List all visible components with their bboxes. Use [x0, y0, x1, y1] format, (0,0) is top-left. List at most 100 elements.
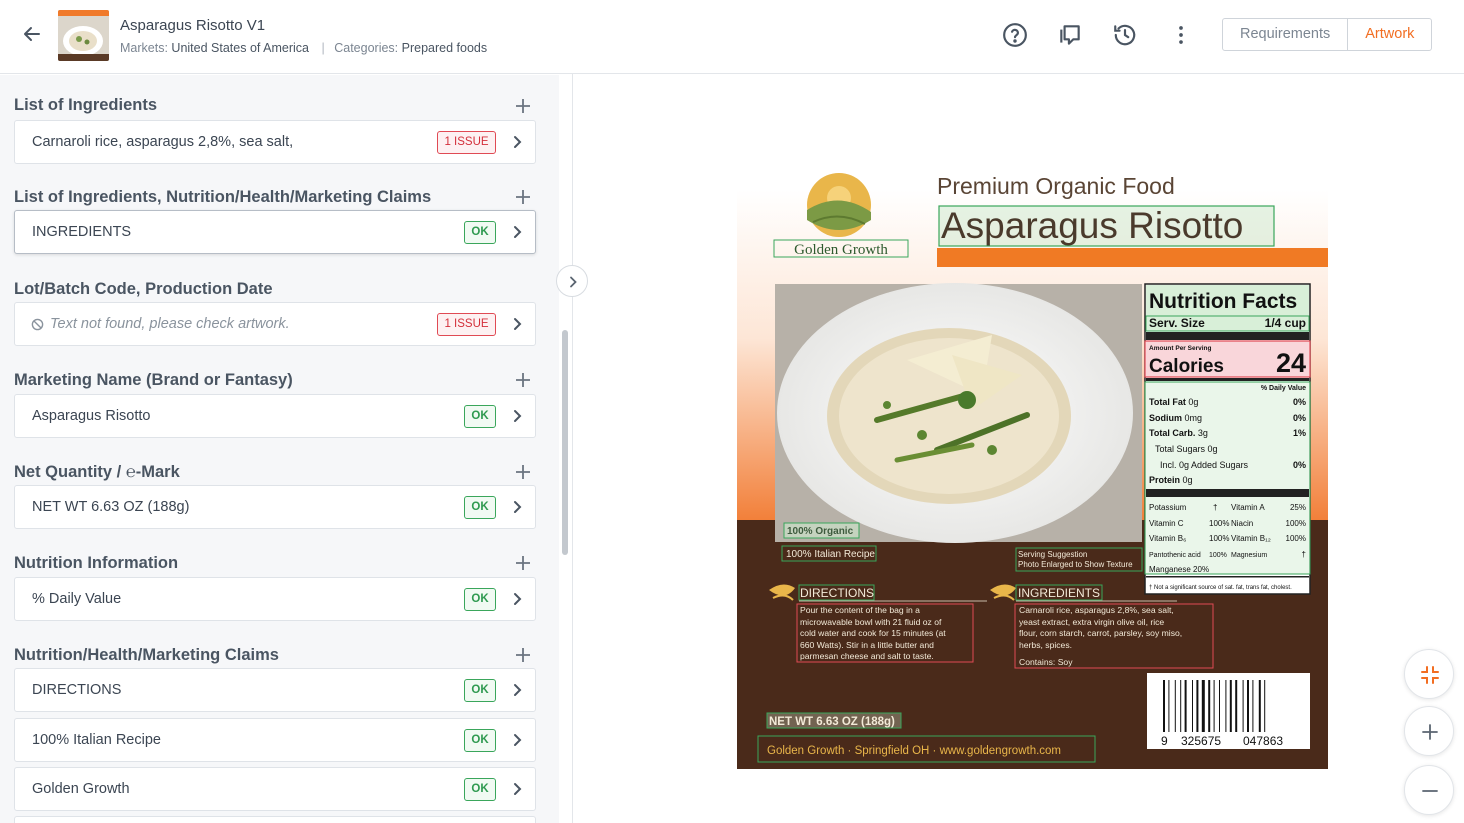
back-arrow-icon[interactable] — [20, 22, 44, 46]
panel-scrollbar[interactable] — [562, 330, 568, 555]
barcode-bar — [1264, 680, 1266, 732]
add-icon[interactable] — [514, 97, 532, 115]
product-name: Asparagus Risotto — [941, 205, 1243, 246]
nutrient-label: Sodium — [1149, 413, 1182, 423]
requirement-card[interactable]: 100% Italian Recipe OK — [14, 718, 536, 762]
card-text: Golden Growth — [32, 781, 130, 797]
chevron-right-icon[interactable] — [509, 316, 525, 332]
vitamin-name: Vitamin A — [1231, 503, 1265, 512]
barcode-bar — [1180, 680, 1182, 732]
serving-suggestion: Serving Suggestion — [1018, 550, 1087, 559]
vitamin-value: † — [1302, 550, 1306, 559]
barcode-bar — [1201, 680, 1205, 732]
add-icon[interactable] — [514, 554, 532, 572]
chevron-right-icon[interactable] — [509, 781, 525, 797]
card-text: 100% Italian Recipe — [32, 732, 161, 748]
nutrient-dv: 0% — [1293, 413, 1306, 423]
barcode: 9 325675 047863 — [1147, 673, 1310, 749]
vitamin-name: Pantothenic acid — [1149, 552, 1201, 559]
directions-line: Pour the content of the bag in a — [800, 605, 920, 615]
chevron-right-icon — [570, 276, 577, 288]
requirement-card[interactable]: NET WT 6.63 OZ (188g) OK — [14, 485, 536, 529]
help-icon[interactable] — [1002, 22, 1028, 48]
requirement-card[interactable] — [14, 816, 536, 823]
artwork-canvas[interactable]: Golden Growth Premium Organic Food Aspar… — [737, 160, 1328, 769]
vitamin-value: 100% — [1209, 519, 1229, 528]
add-icon[interactable] — [514, 371, 532, 389]
chevron-right-icon[interactable] — [509, 682, 525, 698]
minimize-icon — [1421, 666, 1439, 684]
vitamin-name: Manganese — [1149, 565, 1191, 574]
orange-title-strip — [937, 248, 1328, 267]
card-text: % Daily Value — [32, 591, 122, 607]
panel-divider — [572, 74, 573, 823]
serving-size-value: 1/4 cup — [1265, 316, 1306, 330]
issue-badge: 1 ISSUE — [437, 313, 496, 336]
add-icon[interactable] — [514, 188, 532, 206]
vitamin-row: Manganese 20% — [1149, 565, 1209, 574]
ok-badge: OK — [464, 588, 496, 611]
calories-label: Calories — [1149, 356, 1224, 377]
chevron-right-icon[interactable] — [509, 224, 525, 240]
requirement-card[interactable]: Asparagus Risotto OK — [14, 394, 536, 438]
nutrient-label: Total Sugars — [1155, 444, 1206, 454]
categories-label: Categories: — [334, 41, 399, 55]
not-found-icon — [31, 318, 44, 331]
organic-badge: 100% Organic — [787, 526, 854, 537]
product-thumbnail — [58, 10, 109, 61]
requirement-card[interactable]: % Daily Value OK — [14, 577, 536, 621]
nutrient-amount: 0g — [1188, 397, 1198, 407]
barcode-bar — [1252, 680, 1254, 732]
barcode-digits: 325675 — [1181, 734, 1221, 748]
chevron-right-icon[interactable] — [509, 408, 525, 424]
fit-to-screen-button[interactable] — [1404, 649, 1454, 699]
barcode-bar — [1235, 680, 1238, 732]
ok-badge: OK — [464, 221, 496, 244]
requirement-card[interactable]: Text not found, please check artwork. 1 … — [14, 302, 536, 346]
nutrient-amount: 0g — [1183, 475, 1193, 485]
zoom-out-button[interactable] — [1404, 765, 1454, 815]
section-title: Nutrition Information — [14, 554, 179, 572]
requirement-card[interactable]: DIRECTIONS OK — [14, 668, 536, 712]
view-toggle: Requirements Artwork — [1222, 18, 1433, 51]
barcode-bar — [1247, 680, 1249, 732]
ok-badge: OK — [464, 496, 496, 519]
tab-requirements[interactable]: Requirements — [1223, 19, 1349, 50]
directions-line: parmesan cheese and salt to taste. — [800, 651, 934, 661]
ingredients-line: yeast extract, extra virgin olive oil, r… — [1019, 617, 1164, 627]
calories-value: 24 — [1276, 348, 1306, 378]
nutrient-label: Incl. 0g Added Sugars — [1160, 460, 1249, 470]
tab-artwork[interactable]: Artwork — [1348, 19, 1431, 50]
zoom-in-button[interactable] — [1404, 706, 1454, 756]
barcode-bar — [1229, 680, 1232, 732]
chevron-right-icon[interactable] — [509, 591, 525, 607]
card-text: INGREDIENTS — [32, 224, 132, 240]
barcode-bar — [1225, 680, 1227, 732]
chevron-right-icon[interactable] — [509, 732, 525, 748]
history-icon[interactable] — [1112, 22, 1138, 48]
nutrient-dv: 0% — [1293, 460, 1306, 470]
barcode-bar — [1219, 680, 1220, 732]
ok-badge: OK — [464, 778, 496, 801]
product-meta: Markets: United States of America | Cate… — [120, 41, 487, 55]
directions-line: cold water and cook for 15 minutes (at — [800, 628, 946, 638]
comments-icon[interactable] — [1057, 22, 1083, 48]
barcode-bar — [1208, 680, 1211, 732]
card-text: DIRECTIONS — [32, 682, 122, 698]
nutrient-label: Total Fat — [1149, 397, 1186, 407]
collapse-panel-button[interactable] — [556, 265, 588, 297]
chevron-right-icon[interactable] — [509, 134, 525, 150]
markets-value: United States of America — [171, 41, 309, 55]
requirement-card[interactable]: INGREDIENTS OK — [14, 210, 536, 254]
more-options-icon[interactable] — [1168, 22, 1194, 48]
vitamin-value: 25% — [1290, 503, 1306, 512]
plus-icon — [1422, 724, 1438, 740]
barcode-bar — [1163, 680, 1165, 732]
net-weight: NET WT 6.63 OZ (188g) — [769, 716, 895, 728]
add-icon[interactable] — [514, 463, 532, 481]
requirement-card[interactable]: Carnaroli rice, asparagus 2,8%, sea salt… — [14, 120, 536, 164]
add-icon[interactable] — [514, 646, 532, 664]
section-title: List of Ingredients, Nutrition/Health/Ma… — [14, 188, 432, 206]
chevron-right-icon[interactable] — [509, 499, 525, 515]
requirement-card[interactable]: Golden Growth OK — [14, 767, 536, 811]
